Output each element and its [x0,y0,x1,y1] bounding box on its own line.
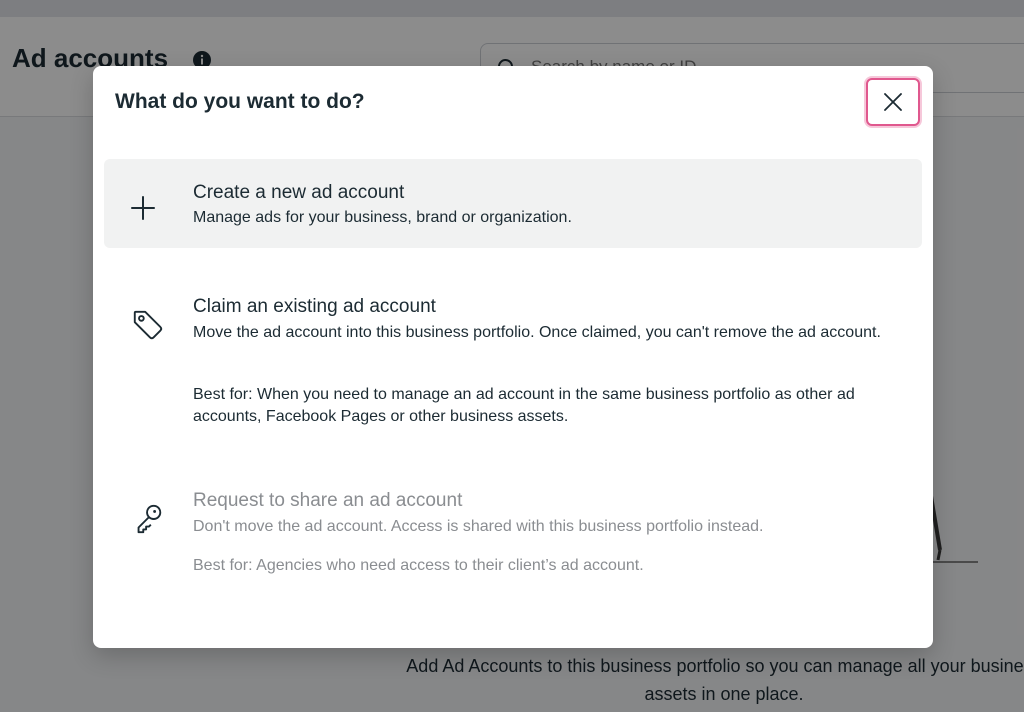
tag-icon [133,310,163,340]
option-create-new-ad-account[interactable]: Create a new ad account Manage ads for y… [104,159,922,248]
option-claim-existing-ad-account[interactable]: Claim an existing ad account Move the ad… [104,288,922,438]
key-icon [137,504,162,534]
option-title: Claim an existing ad account [193,296,436,317]
option-description: Don't move the ad account. Access is sha… [193,518,764,535]
option-best-for: Best for: When you need to manage an ad … [193,386,855,425]
option-best-for: Best for: Agencies who need access to th… [193,557,644,574]
option-description: Manage ads for your business, brand or o… [193,209,572,226]
close-icon [884,93,902,111]
option-title: Request to share an ad account [193,490,463,511]
dialog-title: What do you want to do? [115,90,365,113]
option-description: Move the ad account into this business p… [193,324,881,341]
business-settings-page: Ad accounts Add Ad Accounts to this busi… [0,0,1024,712]
close-button[interactable] [866,78,920,126]
plus-icon [131,196,155,220]
option-title: Create a new ad account [193,182,405,203]
option-request-share-ad-account[interactable]: Request to share an ad account Don't mov… [104,482,922,592]
add-ad-account-dialog: What do you want to do? Create a new ad … [93,66,933,648]
